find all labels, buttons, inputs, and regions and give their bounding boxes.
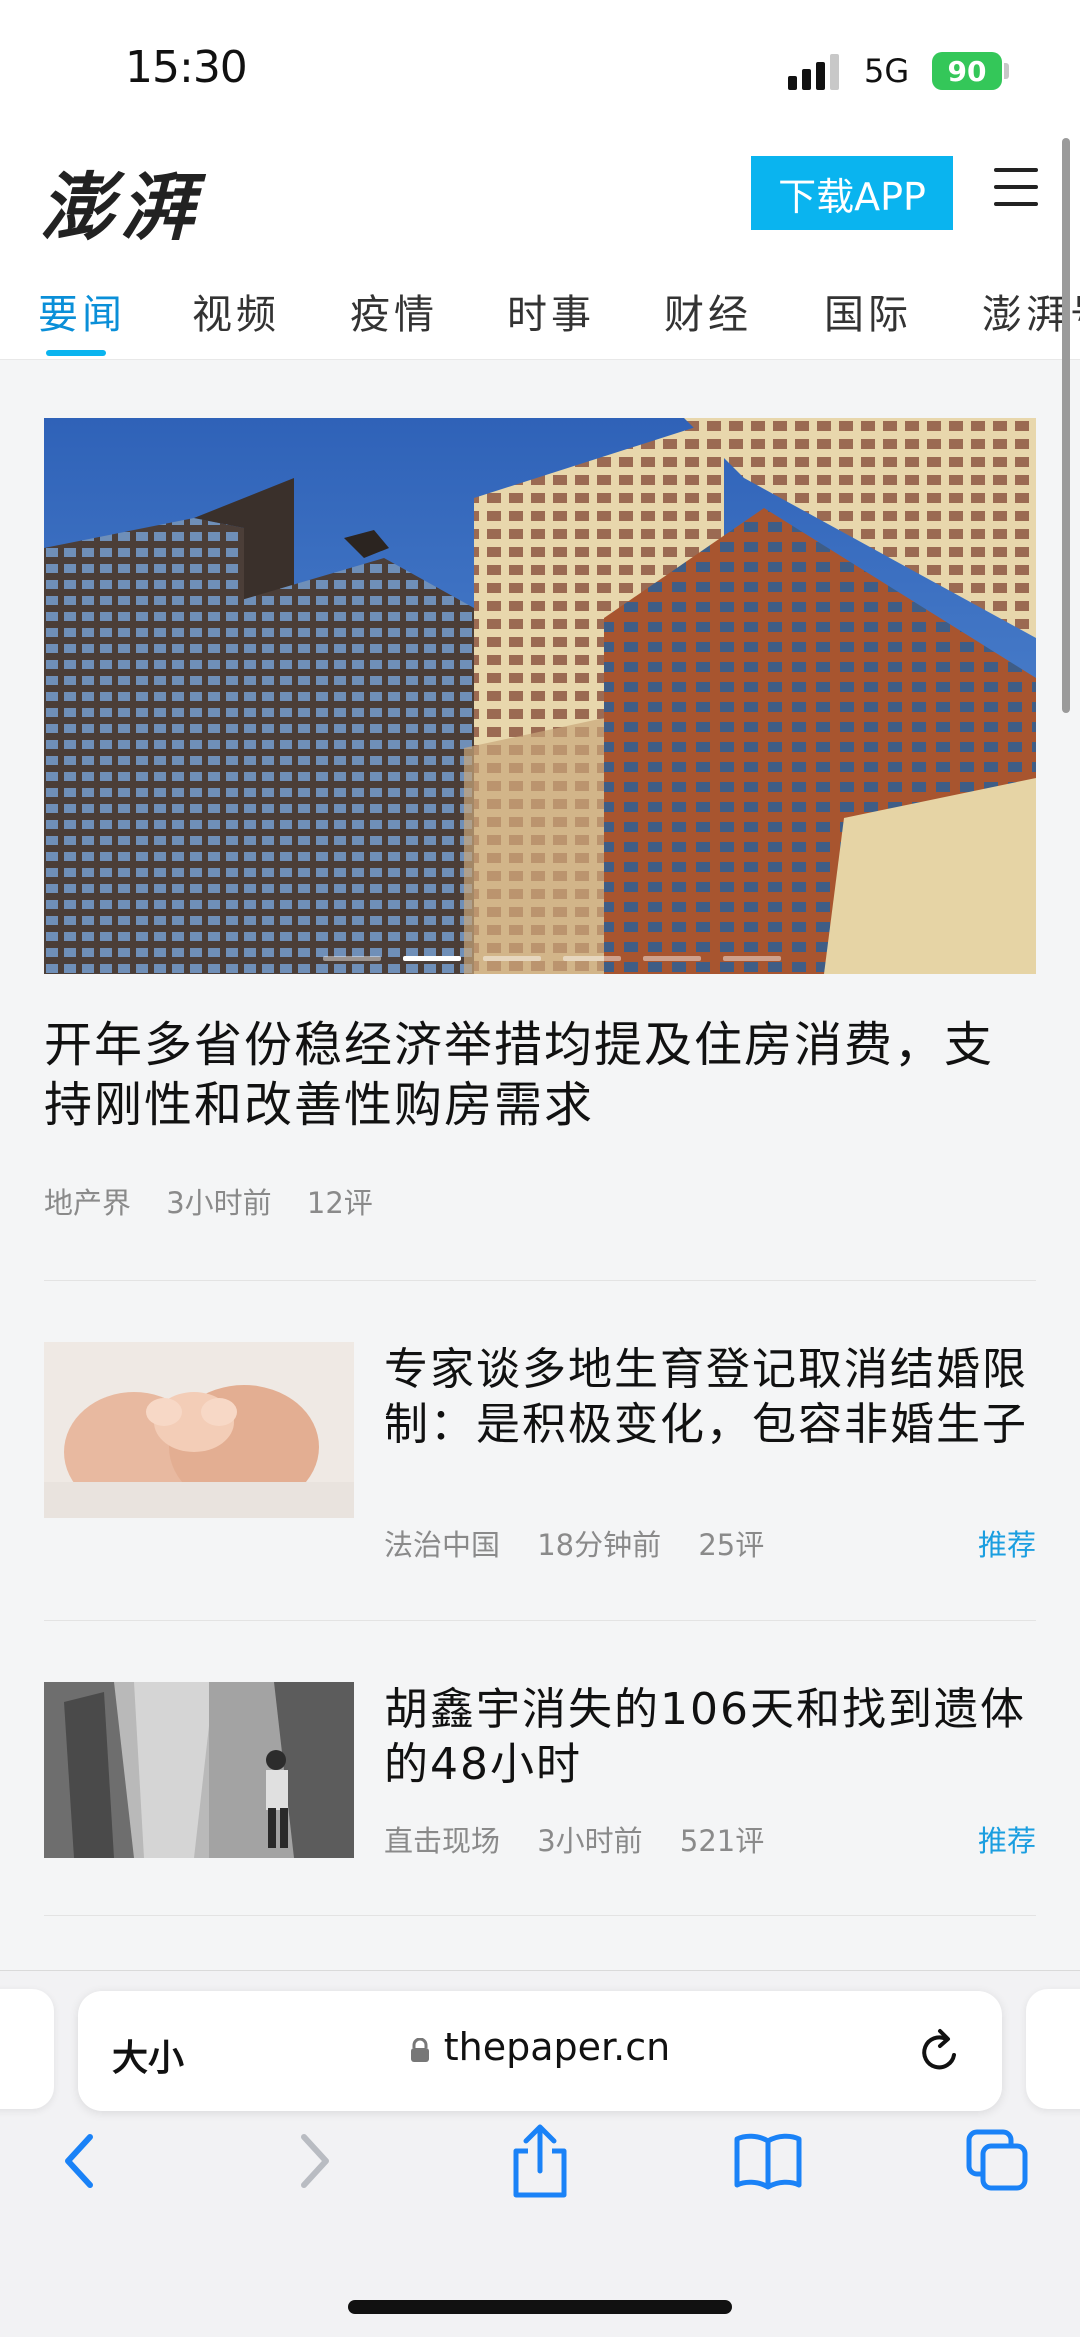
list-item[interactable]: 胡鑫宇消失的106天和找到遗体的48小时 直击现场 3小时前 521评 推荐 [44, 1682, 1036, 1862]
status-time: 15:30 [125, 42, 248, 93]
status-bar: 15:30 5G 90 [0, 0, 1080, 140]
back-button[interactable] [40, 2121, 120, 2201]
article-meta: 法治中国 18分钟前 25评 [384, 1522, 792, 1564]
carousel-dot-active[interactable] [403, 956, 461, 961]
article-time: 18分钟前 [537, 1528, 662, 1562]
article-meta: 直击现场 3小时前 521评 [384, 1818, 792, 1860]
carousel-dot[interactable] [643, 956, 701, 961]
reload-icon[interactable] [916, 2025, 964, 2077]
channel-tabs: 要闻 视频 疫情 时事 财经 国际 澎湃号 [0, 260, 1080, 360]
share-button[interactable] [500, 2121, 580, 2201]
tabs-icon [966, 2129, 1028, 2191]
next-tab-card[interactable] [1026, 1989, 1080, 2109]
book-icon [734, 2133, 802, 2190]
carousel-dot[interactable] [323, 956, 381, 961]
article-source: 直击现场 [384, 1824, 501, 1858]
address-bar[interactable]: 大小 thepaper.cn [78, 1991, 1002, 2111]
url-text: thepaper.cn [443, 2025, 671, 2069]
carousel-dot[interactable] [483, 956, 541, 961]
article-time: 3小时前 [537, 1824, 643, 1858]
carousel-dot[interactable] [563, 956, 621, 961]
signal-icon [788, 54, 839, 90]
divider [44, 1280, 1036, 1281]
hamburger-menu-icon[interactable] [994, 168, 1038, 216]
tabs-button[interactable] [958, 2121, 1038, 2201]
hero-image [44, 418, 1036, 974]
chevron-right-icon [301, 2134, 329, 2188]
divider [44, 1620, 1036, 1621]
home-indicator[interactable] [348, 2300, 732, 2314]
hero-time: 3小时前 [166, 1186, 272, 1220]
battery-cap [1004, 63, 1009, 79]
site-logo[interactable]: 澎湃 [40, 148, 200, 255]
recommend-tag: 推荐 [977, 1824, 1036, 1858]
lock-icon [410, 2038, 429, 2062]
network-type: 5G [864, 52, 910, 90]
battery-icon: 90 [932, 52, 1002, 90]
tab-current-affairs[interactable]: 时事 [507, 282, 595, 340]
article-source: 法治中国 [384, 1528, 501, 1562]
tab-epidemic[interactable]: 疫情 [350, 282, 438, 340]
article-comments[interactable]: 521评 [680, 1824, 764, 1858]
article-thumbnail[interactable] [44, 1682, 354, 1858]
browser-toolbar [0, 2121, 1080, 2241]
scrollbar[interactable] [1062, 138, 1070, 713]
article-comments[interactable]: 25评 [698, 1528, 764, 1562]
carousel-dot[interactable] [723, 956, 781, 961]
previous-tab-card[interactable] [0, 1989, 54, 2109]
chevron-left-icon [65, 2134, 93, 2188]
bookmarks-button[interactable] [728, 2121, 808, 2201]
article-title[interactable]: 专家谈多地生育登记取消结婚限制：是积极变化，包容非婚生子 [384, 1342, 1036, 1452]
site-header: 澎湃 下载APP [0, 140, 1080, 260]
hero-headline[interactable]: 开年多省份稳经济举措均提及住房消费，支持刚性和改善性购房需求 [44, 1015, 1034, 1135]
tab-international[interactable]: 国际 [824, 282, 912, 340]
browser-bottom-bar: 大小 thepaper.cn [0, 1970, 1080, 2337]
recommend-tag: 推荐 [977, 1528, 1036, 1562]
tab-finance[interactable]: 财经 [664, 282, 752, 340]
share-icon [513, 2124, 567, 2198]
article-thumbnail[interactable] [44, 1342, 354, 1518]
hero-source: 地产界 [44, 1186, 132, 1220]
article-title[interactable]: 胡鑫宇消失的106天和找到遗体的48小时 [384, 1682, 1036, 1792]
divider [44, 1915, 1036, 1916]
forward-button[interactable] [274, 2121, 354, 2201]
active-tab-indicator [46, 350, 106, 356]
hero-carousel[interactable] [44, 418, 1036, 974]
tab-video[interactable]: 视频 [192, 282, 280, 340]
carousel-indicators [44, 956, 1036, 961]
tab-yaowen[interactable]: 要闻 [38, 282, 126, 340]
download-app-button[interactable]: 下载APP [751, 156, 953, 230]
battery-level: 90 [947, 54, 987, 88]
url-display[interactable]: thepaper.cn [78, 2025, 1002, 2069]
list-item[interactable]: 专家谈多地生育登记取消结婚限制：是积极变化，包容非婚生子 法治中国 18分钟前 … [44, 1342, 1036, 1572]
hero-comments[interactable]: 12评 [307, 1186, 373, 1220]
hero-meta: 地产界 3小时前 12评 [44, 1180, 399, 1222]
